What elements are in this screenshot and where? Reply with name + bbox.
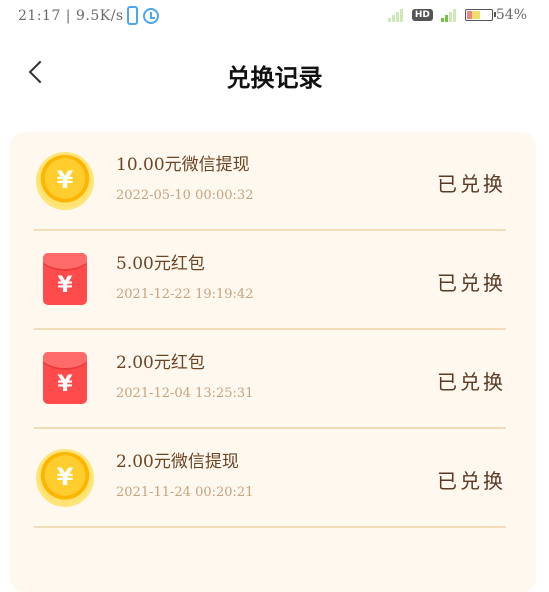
network-speed: 9.5K/s <box>75 7 124 24</box>
clock-time: 21:17 <box>18 7 61 24</box>
phone-icon <box>126 6 138 25</box>
red-packet-icon: ¥ <box>34 348 96 410</box>
status-bar-left: 21:17 | 9.5K/s <box>18 6 159 25</box>
record-row[interactable]: ¥ 10.00元微信提现 2022-05-10 00:00:32 已兑换 <box>34 132 506 231</box>
record-time: 2021-12-22 19:19:42 <box>116 287 254 302</box>
hd-badge: HD <box>411 9 433 21</box>
page-title: 兑换记录 <box>226 64 323 92</box>
status-bar-right: HD 54% <box>387 7 527 23</box>
record-status: 已兑换 <box>437 172 506 196</box>
record-name: 2.00元微信提现 <box>116 452 239 472</box>
record-name: 5.00元红包 <box>116 254 205 274</box>
nav-bar: 兑换记录 <box>0 40 549 106</box>
record-row[interactable]: ¥ 5.00元红包 2021-12-22 19:19:42 已兑换 <box>34 231 506 330</box>
record-time: 2022-05-10 00:00:32 <box>116 188 254 203</box>
record-time: 2021-12-04 13:25:31 <box>116 386 254 401</box>
records-card: ¥ 10.00元微信提现 2022-05-10 00:00:32 已兑换 ¥ 5… <box>10 132 536 592</box>
alarm-clock-icon <box>142 7 159 24</box>
record-status: 已兑换 <box>437 469 506 493</box>
record-status: 已兑换 <box>437 370 506 394</box>
coin-icon: ¥ <box>34 447 96 509</box>
record-time: 2021-11-24 00:20:21 <box>116 485 254 500</box>
separator: | <box>60 7 76 24</box>
battery-icon <box>464 9 496 21</box>
record-row[interactable]: ¥ 2.00元红包 2021-12-04 13:25:31 已兑换 <box>34 330 506 429</box>
red-packet-icon: ¥ <box>34 249 96 311</box>
signal-2-icon <box>440 8 457 22</box>
record-row[interactable]: ¥ 2.00元微信提现 2021-11-24 00:20:21 已兑换 <box>34 429 506 528</box>
signal-1-icon <box>387 8 404 22</box>
record-name: 2.00元红包 <box>116 353 205 373</box>
record-name: 10.00元微信提现 <box>116 155 250 175</box>
battery-percent: 54% <box>495 7 527 23</box>
record-status: 已兑换 <box>437 271 506 295</box>
status-bar: 21:17 | 9.5K/s HD 54% <box>0 0 549 34</box>
coin-icon: ¥ <box>34 150 96 212</box>
